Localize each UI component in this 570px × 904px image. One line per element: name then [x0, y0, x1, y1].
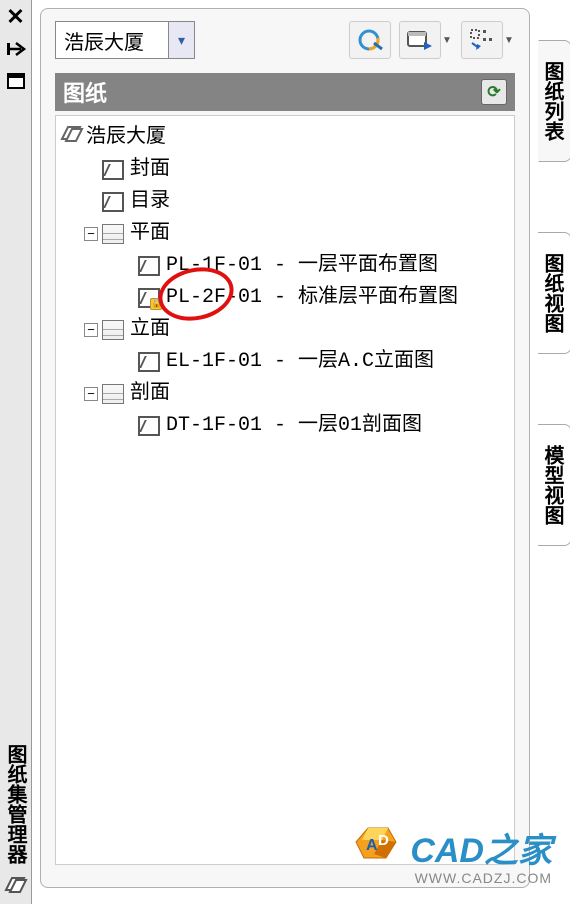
toolbar: 浩辰大厦 ▾ ▼ ▼ [41, 9, 529, 67]
watermark: A D CAD之家 WWW.CADZJ.COM [354, 823, 552, 886]
selection-button[interactable] [461, 21, 503, 59]
tree-item[interactable]: 目录 [60, 186, 510, 218]
watermark-logo-icon: A D [354, 824, 400, 871]
publish-menu-arrow[interactable]: ▼ [441, 21, 453, 59]
tree-label: 立面 [130, 314, 170, 346]
panel-left-sidebar: ✕ 图纸集管理器 [0, 0, 32, 904]
lock-badge-icon: 🔒 [150, 298, 162, 310]
panel-title-vertical: 图纸集管理器 [1, 744, 30, 864]
tree-header: 图纸 ⟳ [55, 73, 515, 111]
tree-label: DT-1F-01 - 一层01剖面图 [166, 410, 422, 442]
collapse-icon[interactable]: − [84, 323, 98, 337]
tree-label: 浩辰大厦 [86, 122, 166, 154]
tree-label: 剖面 [130, 378, 170, 410]
tree-label: PL-1F-01 - 一层平面布置图 [166, 250, 438, 282]
tree-item[interactable]: 封面 [60, 154, 510, 186]
sheet-icon [138, 416, 160, 436]
sheet-icon [102, 160, 124, 180]
tree-item[interactable]: EL-1F-01 - 一层A.C立面图 [60, 346, 510, 378]
window-icon[interactable] [7, 73, 25, 94]
watermark-url: WWW.CADZJ.COM [354, 870, 552, 886]
tree-group-plan[interactable]: − 平面 [60, 218, 510, 250]
tree-label: 目录 [130, 186, 170, 218]
tab-sheet-views[interactable]: 图纸视图 [538, 232, 570, 354]
tree-label: 封面 [130, 154, 170, 186]
sheet-icon [138, 256, 160, 276]
selection-menu-arrow[interactable]: ▼ [503, 21, 515, 59]
tree-item[interactable]: PL-1F-01 - 一层平面布置图 [60, 250, 510, 282]
tree-root[interactable]: 浩辰大厦 [60, 122, 510, 154]
svg-text:D: D [378, 832, 389, 849]
tree-group-sect[interactable]: − 剖面 [60, 378, 510, 410]
sheetset-dropdown[interactable]: 浩辰大厦 ▾ [55, 21, 195, 59]
watermark-text: CAD之家 [410, 823, 552, 872]
tree-item[interactable]: DT-1F-01 - 一层01剖面图 [60, 410, 510, 442]
open-dwg-button[interactable] [349, 21, 391, 59]
publish-button[interactable] [399, 21, 441, 59]
subset-icon [102, 224, 124, 244]
dropdown-value: 浩辰大厦 [56, 26, 168, 55]
refresh-button[interactable]: ⟳ [481, 79, 507, 105]
tree-group-elev[interactable]: − 立面 [60, 314, 510, 346]
tab-sheet-list[interactable]: 图纸列表 [538, 40, 570, 162]
pin-icon[interactable] [6, 40, 26, 63]
tree-label: EL-1F-01 - 一层A.C立面图 [166, 346, 434, 378]
tree-item-locked[interactable]: 🔒 PL-2F-01 - 标准层平面布置图 [60, 282, 510, 314]
tree-header-title: 图纸 [63, 76, 107, 108]
sheet-locked-icon: 🔒 [138, 288, 160, 308]
collapse-icon[interactable]: − [84, 387, 98, 401]
main-panel: 浩辰大厦 ▾ ▼ ▼ 图纸 ⟳ 浩辰大厦 [40, 8, 530, 888]
close-icon[interactable]: ✕ [6, 4, 24, 30]
tree-label: PL-2F-01 - 标准层平面布置图 [166, 282, 458, 314]
right-tabs: 图纸列表 图纸视图 模型视图 [538, 40, 570, 880]
sheets-icon [60, 121, 86, 155]
tab-model-views[interactable]: 模型视图 [538, 424, 570, 546]
sheet-icon [102, 192, 124, 212]
sheet-icon [138, 352, 160, 372]
subset-icon [102, 384, 124, 404]
sheet-tree[interactable]: 浩辰大厦 封面 目录 − 平面 PL-1F-01 - 一层平面布置图 [55, 115, 515, 865]
svg-text:A: A [366, 837, 378, 854]
subset-icon [102, 320, 124, 340]
collapse-icon[interactable]: − [84, 227, 98, 241]
tree-label: 平面 [130, 218, 170, 250]
chevron-down-icon[interactable]: ▾ [168, 22, 194, 58]
sheets-icon [4, 872, 28, 899]
